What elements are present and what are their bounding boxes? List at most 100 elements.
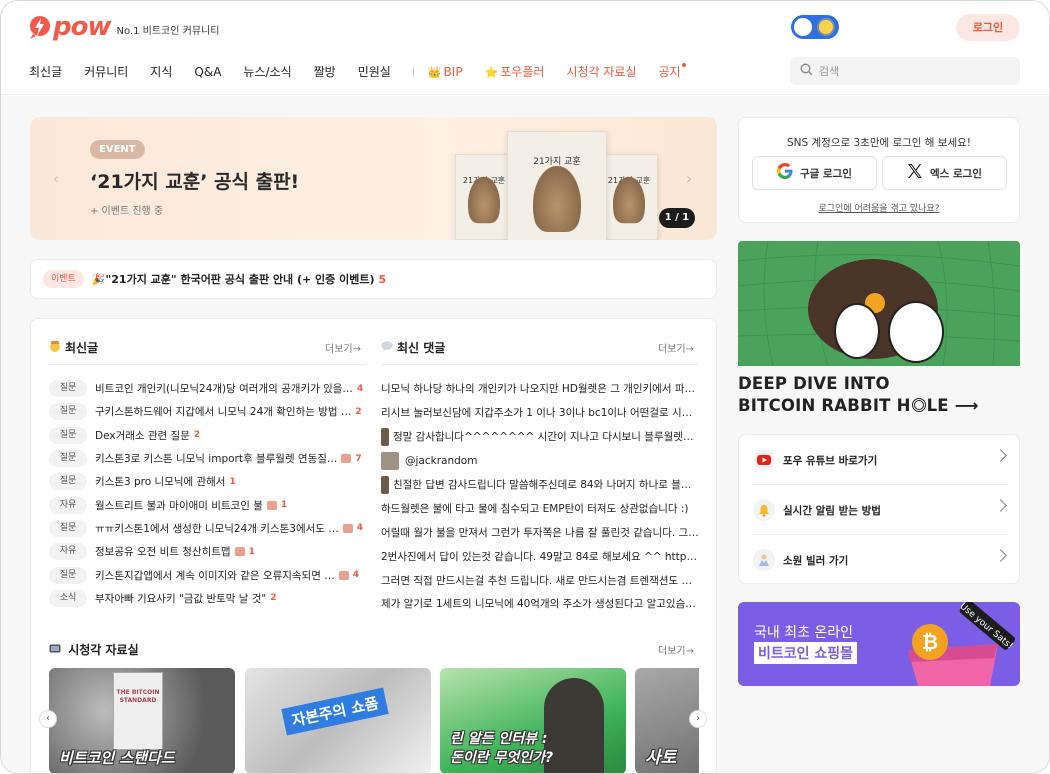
banner-counter: 1 / 1 xyxy=(659,208,695,228)
banner-prev-button[interactable]: ‹ xyxy=(48,169,64,188)
video-card[interactable]: THE BITCOIN STANDARD 비트코인 스탠다드 xyxy=(49,668,235,773)
av-archive-heading: 시청각 자료실 xyxy=(49,641,139,658)
nav-powpler[interactable]: ⭐ 포우플러 xyxy=(485,63,545,80)
logo[interactable]: pow No.1 비트코인 커뮤니티 xyxy=(29,12,219,42)
comment-count: 4 xyxy=(356,383,364,394)
ad-headline[interactable]: DEEP DIVE INTO BITCOIN RABBIT H LE ⟶ xyxy=(738,373,979,417)
list-item[interactable]: 질문 키스톤3 pro 니모닉에 관해서 1 xyxy=(49,470,367,493)
sticker-image xyxy=(381,475,389,494)
x-logo-icon xyxy=(907,163,923,183)
post-title: 키스톤지갑앱에서 계속 이미지와 같은 오류지속되면 … xyxy=(95,569,335,582)
x-login-button[interactable]: 엑스 로그인 xyxy=(882,156,1007,190)
list-item[interactable]: 친절한 답변 감사드립니다 말씀해주신데로 84와 나머지 하나로 블… xyxy=(381,473,699,497)
list-item[interactable]: 질문 구키스톤하드웨어 지갑에서 니모닉 24개 확인하는 방법 … 2 xyxy=(49,400,367,423)
nav-community[interactable]: 커뮤니티 xyxy=(84,63,128,80)
nav-complaints[interactable]: 민원실 xyxy=(358,63,391,80)
comment-list: 니모닉 하나당 하나의 개인키가 나오지만 HD월렛은 그 개인키에서 파… 리… xyxy=(381,377,699,616)
list-item[interactable]: 어릴때 월가 불을 만져서 그런가 투자쪽은 나름 잘 풀린것 같습니다. 그… xyxy=(381,520,699,544)
list-item[interactable]: 질문 키스톤지갑앱에서 계속 이미지와 같은 오류지속되면 … 4 xyxy=(49,563,367,586)
event-banner[interactable]: ‹ › EVENT ‘21가지 교훈’ 공식 출판! + 이벤트 진행 중 21… xyxy=(30,117,717,240)
rabbit-ear-right xyxy=(888,301,944,363)
nav-memes[interactable]: 짤방 xyxy=(314,63,336,80)
rabbit-hole-ad[interactable] xyxy=(738,241,1020,366)
category-tag: 질문 xyxy=(49,403,87,421)
banner-next-button[interactable]: › xyxy=(681,169,697,188)
youtube-link[interactable]: 포우 유튜브 바로가기 xyxy=(739,435,1019,485)
notice-text[interactable]: 🎉"21가지 교훈" 한국어판 공식 출판 안내 (+ 인증 이벤트) xyxy=(92,271,375,287)
list-item[interactable]: 하드월렛은 불에 타고 물에 침수되고 EMP탄이 터져도 상관없습니다 :) xyxy=(381,496,699,520)
login-button[interactable]: 로그인 xyxy=(956,14,1020,41)
list-item[interactable]: 제가 알기로 1세트의 니모닉에 40억개의 주소가 생성된다고 알고있슴… xyxy=(381,592,699,616)
list-item[interactable]: @jackrandom xyxy=(381,449,699,473)
nav-av-archive[interactable]: 시청각 자료실 xyxy=(566,63,636,80)
wish-link[interactable]: 소원 빌러 가기 xyxy=(739,535,1019,585)
list-item[interactable]: 2번사진에서 답이 있는것 같습니다. 49말고 84로 해보세요 ^^ htt… xyxy=(381,544,699,568)
list-item[interactable]: 자유 월스트리트 불과 마이애미 비트코인 불 1 xyxy=(49,493,367,516)
comments-more-link[interactable]: 더보기→ xyxy=(658,340,694,355)
post-title: Dex거래소 관련 질문 xyxy=(95,429,190,442)
book-cover-left: 21가지 교훈 xyxy=(455,154,513,240)
comment-count: 2 xyxy=(270,593,277,604)
rabbit-illustration xyxy=(533,166,581,232)
list-item[interactable]: 리시브 눌러보신담에 지갑주소가 1 이나 3이나 bc1이나 어떤걸로 시작… xyxy=(381,401,699,425)
list-item[interactable]: 질문 비트코인 개인키(니모닉24개)당 여러개의 공개키가 있을… 4 xyxy=(49,377,367,400)
list-item[interactable]: 질문 키스톤3로 키스톤 니모닉 import후 블루월렛 연동질… 7 xyxy=(49,447,367,470)
target-icon xyxy=(911,398,926,412)
list-item[interactable]: 그러면 직접 만드시는걸 추천 드립니다. 새로 만드시는겸 트렌잭션도 … xyxy=(381,568,699,592)
rabbit-illustration xyxy=(613,176,645,224)
post-title: ㅠㅠ키스톤1에서 생성한 니모닉24개 키스톤3에서도 … xyxy=(95,522,339,535)
video-title: 사토 xyxy=(645,748,677,768)
category-tag: 소식 xyxy=(49,589,87,607)
google-icon xyxy=(777,163,793,183)
nav-latest[interactable]: 최신글 xyxy=(29,63,62,80)
nav-bip[interactable]: 👑 BIP xyxy=(428,65,463,79)
search-input[interactable] xyxy=(819,64,999,78)
list-item[interactable]: 정말 감사합니다^^^^^^^^ 시간이 지나고 다시보니 블루월렛이 불… xyxy=(381,425,699,449)
latest-more-link[interactable]: 더보기→ xyxy=(325,340,361,355)
av-archive-more-link[interactable]: 더보기→ xyxy=(658,642,694,657)
nav-qna[interactable]: Q&A xyxy=(194,65,221,79)
post-title: 비트코인 개인키(니모닉24개)당 여러개의 공개키가 있을… xyxy=(95,383,353,396)
login-help-link[interactable]: 로그인에 어려움을 겪고 있나요? xyxy=(739,201,1019,214)
chevron-right-icon xyxy=(994,549,1007,562)
app-frame: pow No.1 비트코인 커뮤니티 로그인 최신글 커뮤니티 지식 Q&A 뉴… xyxy=(0,0,1050,774)
logo-tagline: No.1 비트코인 커뮤니티 xyxy=(116,25,220,37)
comment-count: 4 xyxy=(352,570,359,581)
list-item[interactable]: 질문 ㅠㅠ키스톤1에서 생성한 니모닉24개 키스톤3에서도 … 4 xyxy=(49,517,367,540)
category-tag: 자유 xyxy=(49,543,87,561)
new-dot xyxy=(681,63,686,67)
list-item[interactable]: 니모닉 하나당 하나의 개인키가 나오지만 HD월렛은 그 개인키에서 파… xyxy=(381,377,699,401)
comment-count: 2 xyxy=(193,430,201,441)
nav-notice[interactable]: 공지 xyxy=(659,63,686,80)
shopping-bag-illustration: ₿ Use your Sats! xyxy=(908,602,1016,686)
carousel-prev-button[interactable]: ‹ xyxy=(39,710,57,728)
post-title: 키스톤3로 키스톤 니모닉 import후 블루월렛 연동질… xyxy=(95,453,338,466)
post-title: 부자아빠 기요사키 "금값 반토막 날 것" xyxy=(95,592,267,605)
list-item[interactable]: 자유 정보공유 오전 비트 청산히트맵 1 xyxy=(49,540,367,563)
video-title: 자본주의 쇼폼 xyxy=(290,694,381,730)
pray-icon xyxy=(753,549,775,571)
sun-icon xyxy=(819,20,833,34)
video-card[interactable]: 린 알든 인터뷰 : 돈이란 무엇인가? xyxy=(440,668,626,773)
bitcoin-shop-ad[interactable]: 국내 최초 온라인 비트코인 쇼핑몰 ₿ Use your Sats! xyxy=(738,602,1020,686)
nav-news[interactable]: 뉴스/소식 xyxy=(243,63,291,80)
carousel-next-button[interactable]: › xyxy=(689,710,707,728)
nav-divider xyxy=(412,65,414,78)
sns-login-card: SNS 계정으로 3초만에 로그인 해 보세요! 구글 로그인 엑스 로그인 로… xyxy=(738,117,1020,223)
comment-count: 7 xyxy=(355,453,362,464)
notification-guide-link[interactable]: 실시간 알림 받는 방법 xyxy=(739,485,1019,535)
event-notice[interactable]: 이벤트 🎉"21가지 교훈" 한국어판 공식 출판 안내 (+ 인증 이벤트) … xyxy=(30,259,717,299)
list-item[interactable]: 질문 Dex거래소 관련 질문 2 xyxy=(49,424,367,447)
logo-text: pow xyxy=(53,12,111,42)
nav-knowledge[interactable]: 지식 xyxy=(150,63,172,80)
google-login-button[interactable]: 구글 로그인 xyxy=(752,156,877,190)
search-box[interactable] xyxy=(790,57,1020,85)
comment-count: 2 xyxy=(355,406,362,417)
video-card[interactable]: 자본주의 쇼폼 xyxy=(245,668,431,773)
bell-icon xyxy=(753,499,775,521)
sticker-image xyxy=(381,451,399,470)
theme-toggle[interactable] xyxy=(791,15,839,39)
crown-icon: 👑 xyxy=(427,65,442,79)
list-item[interactable]: 소식 부자아빠 기요사키 "금값 반토막 날 것" 2 xyxy=(49,587,367,610)
chevron-right-icon xyxy=(994,449,1007,462)
